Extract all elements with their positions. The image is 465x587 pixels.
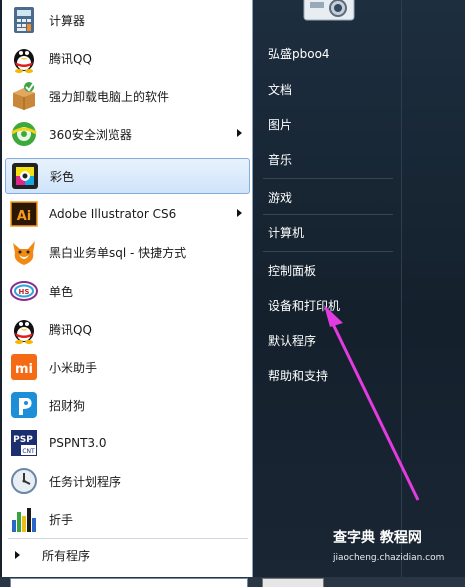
search-input[interactable] bbox=[10, 578, 248, 587]
annotation-arrow bbox=[324, 305, 420, 501]
watermark-title: 查字典 教程网 bbox=[333, 530, 422, 546]
shutdown-button[interactable] bbox=[262, 578, 324, 587]
start-menu: 计算器 腾讯QQ 强力卸载电脑上的软件 360安全浏览器 彩色 Ai Adobe… bbox=[0, 0, 465, 587]
watermark-url: jiaocheng.chazidian.com bbox=[333, 553, 445, 563]
